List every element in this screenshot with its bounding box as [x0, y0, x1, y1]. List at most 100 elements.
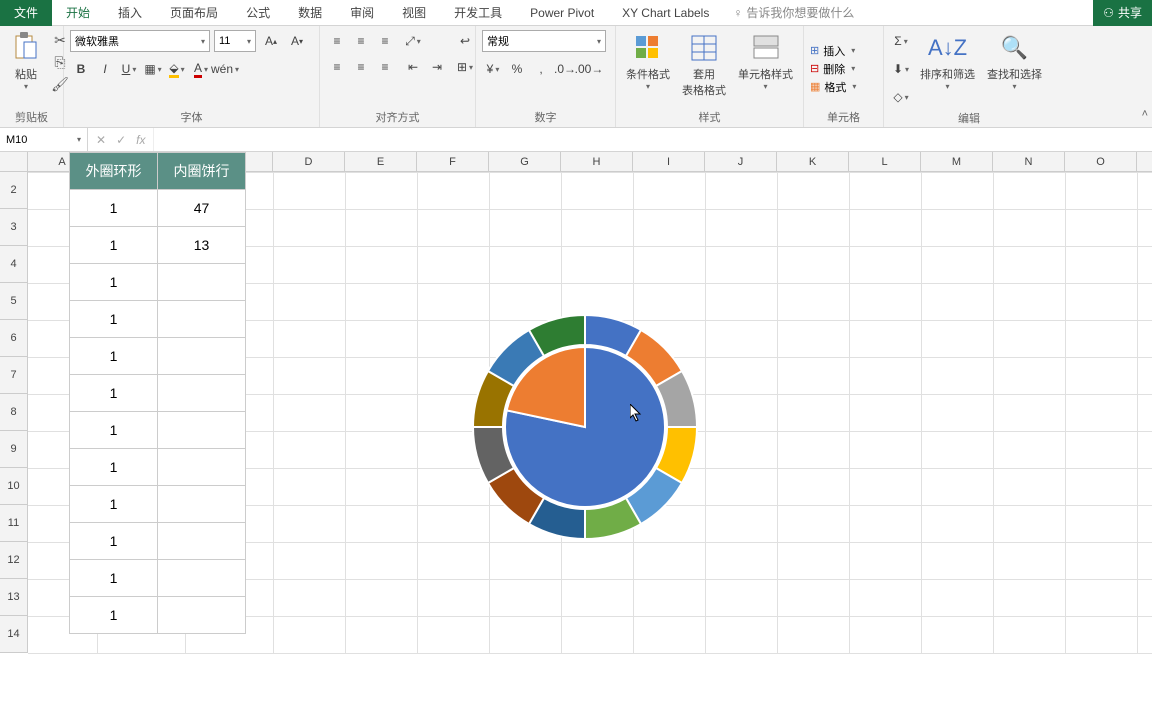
table-cell[interactable]: [158, 412, 246, 449]
table-cell[interactable]: [158, 301, 246, 338]
table-cell[interactable]: [158, 338, 246, 375]
table-cell[interactable]: [158, 597, 246, 634]
table-cell[interactable]: [158, 523, 246, 560]
share-button[interactable]: ⚇ 共享: [1093, 0, 1152, 26]
align-right-button[interactable]: ≡: [374, 56, 396, 78]
menu-power-pivot[interactable]: Power Pivot: [516, 0, 608, 26]
cell-styles-button[interactable]: 单元格样式 ▾: [734, 30, 797, 93]
underline-button[interactable]: U▾: [118, 58, 140, 80]
align-center-button[interactable]: ≡: [350, 56, 372, 78]
menu-home[interactable]: 开始: [52, 0, 104, 26]
table-cell[interactable]: 1: [70, 449, 158, 486]
menu-review[interactable]: 审阅: [336, 0, 388, 26]
table-cell[interactable]: 1: [70, 227, 158, 264]
font-name-select[interactable]: 微软雅黑▾: [70, 30, 210, 52]
table-header-cell[interactable]: 内圈饼行: [158, 153, 246, 190]
row-header[interactable]: 14: [0, 616, 27, 653]
table-header-cell[interactable]: 外圈环形: [70, 153, 158, 190]
percent-button[interactable]: %: [506, 58, 528, 80]
row-header[interactable]: 11: [0, 505, 27, 542]
menu-xy-chart[interactable]: XY Chart Labels: [608, 0, 723, 26]
sort-filter-button[interactable]: A↓Z 排序和筛选 ▾: [916, 30, 979, 93]
column-header[interactable]: J: [705, 152, 777, 171]
decrease-font-button[interactable]: A▾: [286, 30, 308, 52]
number-format-select[interactable]: 常规▾: [482, 30, 606, 52]
insert-cells-button[interactable]: ⊞插入▾: [810, 43, 877, 59]
table-cell[interactable]: 1: [70, 523, 158, 560]
table-cell[interactable]: [158, 375, 246, 412]
decrease-decimal-button[interactable]: .00→: [578, 58, 600, 80]
table-cell[interactable]: 1: [70, 375, 158, 412]
cancel-formula-icon[interactable]: ✕: [96, 133, 106, 147]
column-header[interactable]: N: [993, 152, 1065, 171]
align-left-button[interactable]: ≡: [326, 56, 348, 78]
row-header[interactable]: 5: [0, 283, 27, 320]
donut-pie-chart[interactable]: [470, 312, 700, 542]
currency-button[interactable]: ¥▾: [482, 58, 504, 80]
row-header[interactable]: 7: [0, 357, 27, 394]
menu-insert[interactable]: 插入: [104, 0, 156, 26]
menu-view[interactable]: 视图: [388, 0, 440, 26]
menu-file[interactable]: 文件: [0, 0, 52, 26]
menu-developer[interactable]: 开发工具: [440, 0, 516, 26]
column-header[interactable]: L: [849, 152, 921, 171]
fill-button[interactable]: ⬇▾: [890, 58, 912, 80]
row-header[interactable]: 2: [0, 172, 27, 209]
align-top-button[interactable]: ≡: [326, 30, 348, 52]
menu-formulas[interactable]: 公式: [232, 0, 284, 26]
table-cell[interactable]: 1: [70, 190, 158, 227]
delete-cells-button[interactable]: ⊟删除▾: [810, 61, 877, 77]
increase-indent-button[interactable]: ⇥: [426, 56, 448, 78]
fill-color-button[interactable]: ⬙▾: [166, 58, 188, 80]
accept-formula-icon[interactable]: ✓: [116, 133, 126, 147]
table-cell[interactable]: [158, 486, 246, 523]
table-cell[interactable]: 1: [70, 264, 158, 301]
conditional-format-button[interactable]: 条件格式 ▾: [622, 30, 674, 93]
column-header[interactable]: K: [777, 152, 849, 171]
column-header[interactable]: H: [561, 152, 633, 171]
bold-button[interactable]: B: [70, 58, 92, 80]
wrap-text-button[interactable]: ↩: [454, 30, 476, 52]
column-header[interactable]: M: [921, 152, 993, 171]
orientation-button[interactable]: ⤢▾: [402, 30, 424, 52]
align-middle-button[interactable]: ≡: [350, 30, 372, 52]
table-cell[interactable]: 1: [70, 338, 158, 375]
row-header[interactable]: 3: [0, 209, 27, 246]
table-cell[interactable]: [158, 449, 246, 486]
phonetic-button[interactable]: wén▾: [214, 58, 236, 80]
fx-icon[interactable]: fx: [136, 133, 145, 147]
row-header[interactable]: 12: [0, 542, 27, 579]
format-as-table-button[interactable]: 套用 表格格式: [678, 30, 730, 100]
table-cell[interactable]: 1: [70, 412, 158, 449]
row-header[interactable]: 13: [0, 579, 27, 616]
paste-button[interactable]: 粘贴 ▾: [6, 30, 46, 93]
table-cell[interactable]: 47: [158, 190, 246, 227]
clear-button[interactable]: ◇▾: [890, 86, 912, 108]
align-bottom-button[interactable]: ≡: [374, 30, 396, 52]
table-cell[interactable]: 1: [70, 597, 158, 634]
name-box[interactable]: M10▾: [0, 128, 88, 151]
select-all-corner[interactable]: [0, 152, 28, 171]
row-header[interactable]: 8: [0, 394, 27, 431]
table-cell[interactable]: [158, 264, 246, 301]
italic-button[interactable]: I: [94, 58, 116, 80]
border-button[interactable]: ▦▾: [142, 58, 164, 80]
column-header[interactable]: O: [1065, 152, 1137, 171]
table-cell[interactable]: 1: [70, 301, 158, 338]
ribbon-collapse-button[interactable]: ˄: [1142, 108, 1148, 120]
format-cells-button[interactable]: ▦格式▾: [810, 79, 877, 95]
tell-me-search[interactable]: ♀ 告诉我你想要做什么: [733, 4, 854, 21]
column-header[interactable]: F: [417, 152, 489, 171]
merge-center-button[interactable]: ⊞▾: [454, 56, 476, 78]
formula-input[interactable]: [154, 128, 1152, 151]
table-cell[interactable]: 1: [70, 560, 158, 597]
increase-font-button[interactable]: A▴: [260, 30, 282, 52]
find-select-button[interactable]: 🔍 查找和选择 ▾: [983, 30, 1046, 93]
table-cell[interactable]: 13: [158, 227, 246, 264]
decrease-indent-button[interactable]: ⇤: [402, 56, 424, 78]
column-header[interactable]: G: [489, 152, 561, 171]
font-size-select[interactable]: 11▾: [214, 30, 256, 52]
autosum-button[interactable]: Σ▾: [890, 30, 912, 52]
font-color-button[interactable]: A▾: [190, 58, 212, 80]
comma-button[interactable]: ,: [530, 58, 552, 80]
